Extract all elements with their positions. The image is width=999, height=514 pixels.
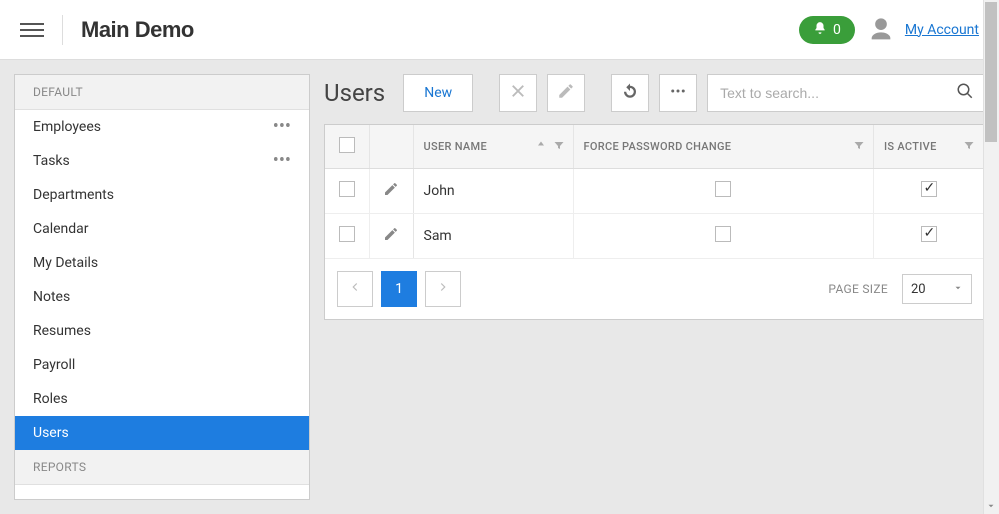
main-content: Users New [310, 60, 999, 514]
cell-force-password [573, 169, 874, 214]
username-column-header[interactable]: USER NAME [413, 125, 573, 169]
sidebar-item-label: Roles [33, 391, 68, 407]
ellipsis-icon [669, 82, 687, 104]
scroll-down-arrow-icon[interactable] [985, 500, 997, 512]
sidebar-item-label: My Details [33, 255, 98, 271]
pager-prev-button[interactable] [337, 271, 373, 307]
is-active-column-header[interactable]: IS ACTIVE [874, 125, 984, 169]
cell-is-active [874, 214, 984, 259]
is-active-checkbox[interactable] [921, 226, 937, 242]
app-title: Main Demo [81, 17, 194, 43]
avatar-icon [867, 16, 895, 44]
users-table: USER NAME FORCE PASSWORD CHANGE [324, 124, 985, 320]
sidebar-item-departments[interactable]: Departments [15, 178, 309, 212]
search-button[interactable] [946, 75, 984, 111]
sidebar-item-label: Calendar [33, 221, 89, 237]
cell-is-active [874, 169, 984, 214]
cell-username: Sam [413, 214, 573, 259]
force-password-checkbox[interactable] [715, 181, 731, 197]
sidebar-item-calendar[interactable]: Calendar [15, 212, 309, 246]
select-all-checkbox[interactable] [339, 137, 355, 153]
row-checkbox[interactable] [339, 226, 355, 242]
close-icon [509, 82, 527, 104]
force-password-checkbox[interactable] [715, 226, 731, 242]
sidebar-item-employees[interactable]: Employees ••• [15, 110, 309, 144]
refresh-icon [621, 82, 639, 104]
page-title: Users [324, 79, 385, 107]
select-all-header[interactable] [325, 125, 369, 169]
edit-button[interactable] [547, 74, 585, 112]
toolbar: Users New [324, 74, 985, 112]
row-edit-button[interactable] [383, 226, 399, 242]
caret-down-icon [953, 282, 963, 297]
new-button[interactable]: New [403, 74, 473, 112]
sidebar-item-roles[interactable]: Roles [15, 382, 309, 416]
pager: 1 PAGE SIZE 20 [325, 259, 984, 319]
row-checkbox[interactable] [339, 181, 355, 197]
table-row: Sam [325, 214, 984, 259]
refresh-button[interactable] [611, 74, 649, 112]
table-row: John [325, 169, 984, 214]
ellipsis-icon[interactable]: ••• [273, 156, 291, 166]
sidebar-item-label: Departments [33, 187, 114, 203]
delete-button[interactable] [499, 74, 537, 112]
page-size-select[interactable]: 20 [902, 274, 972, 304]
chevron-left-icon [348, 280, 362, 298]
menu-toggle-button[interactable] [20, 18, 44, 42]
page-size-value: 20 [911, 282, 926, 297]
sidebar-item-resumes[interactable]: Resumes [15, 314, 309, 348]
sidebar-item-notes[interactable]: Notes [15, 280, 309, 314]
pager-page-1[interactable]: 1 [381, 271, 417, 307]
vertical-scrollbar[interactable] [983, 0, 999, 514]
my-account-link[interactable]: My Account [905, 22, 979, 38]
filter-icon[interactable] [853, 139, 865, 154]
row-edit-button[interactable] [383, 181, 399, 197]
notification-count: 0 [833, 22, 841, 38]
force-password-column-header[interactable]: FORCE PASSWORD CHANGE [573, 125, 874, 169]
pager-next-button[interactable] [425, 271, 461, 307]
chevron-right-icon [436, 280, 450, 298]
search-box [707, 74, 985, 112]
cell-force-password [573, 214, 874, 259]
search-icon [956, 82, 974, 104]
ellipsis-icon[interactable]: ••• [273, 122, 291, 132]
is-active-checkbox[interactable] [921, 181, 937, 197]
notifications-button[interactable]: 0 [799, 16, 855, 44]
sidebar: DEFAULT Employees ••• Tasks ••• Departments Ca… [14, 74, 310, 500]
header-divider [62, 15, 63, 45]
sort-asc-icon[interactable] [535, 139, 547, 154]
sidebar-item-label: Resumes [33, 323, 91, 339]
filter-icon[interactable] [963, 139, 975, 154]
edit-column-header [369, 125, 413, 169]
app-header: Main Demo 0 My Account [0, 0, 999, 60]
sidebar-item-my-details[interactable]: My Details [15, 246, 309, 280]
sidebar-section-header[interactable]: DEFAULT [15, 75, 309, 110]
sidebar-item-payroll[interactable]: Payroll [15, 348, 309, 382]
sidebar-item-users[interactable]: Users [15, 416, 309, 450]
filter-icon[interactable] [553, 139, 565, 154]
page-size-label: PAGE SIZE [828, 282, 888, 296]
search-input[interactable] [708, 85, 946, 101]
sidebar-item-label: Payroll [33, 357, 75, 373]
cell-username: John [413, 169, 573, 214]
pencil-icon [557, 82, 575, 104]
sidebar-item-label: Employees [33, 119, 101, 135]
sidebar-item-label: Users [33, 425, 69, 441]
bell-icon [813, 21, 827, 39]
sidebar-section-header[interactable]: REPORTS [15, 450, 309, 485]
sidebar-item-label: Tasks [33, 153, 70, 169]
sidebar-item-label: Notes [33, 289, 70, 305]
sidebar-item-tasks[interactable]: Tasks ••• [15, 144, 309, 178]
scrollbar-thumb[interactable] [985, 2, 997, 142]
more-actions-button[interactable] [659, 74, 697, 112]
